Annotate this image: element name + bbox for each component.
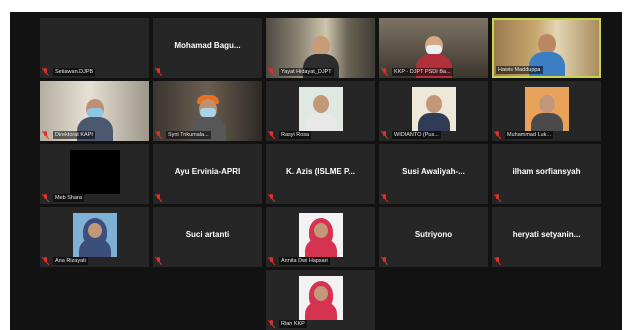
participant-footer: Meb Shara	[42, 193, 147, 202]
video-gallery: Setiawan.DJPB Mohamad Bagu... Yayat Hida…	[10, 12, 622, 330]
participant-footer: WIDIANTO (Pus...	[381, 130, 486, 139]
participant-tile[interactable]: Meb Shara	[40, 144, 149, 204]
participant-footer	[381, 193, 486, 202]
participant-display-name: Sutriyono	[414, 230, 453, 239]
mic-muted-icon	[155, 193, 163, 202]
participant-name: Annita Dwi Hapsari	[279, 256, 330, 265]
participant-name: Rian KKP	[279, 319, 307, 328]
mic-muted-icon	[268, 319, 276, 328]
participant-footer	[494, 256, 599, 265]
mic-muted-icon	[381, 67, 389, 76]
mic-muted-icon	[155, 67, 163, 76]
mic-muted-icon	[381, 193, 389, 202]
mic-muted-icon	[155, 130, 163, 139]
participant-footer: Muhammad Luk...	[494, 130, 599, 139]
participant-display-name: K. Azis (ISLME P...	[286, 167, 355, 176]
participant-footer: Rian KKP	[268, 319, 373, 328]
participant-name: Hawis Madduppa	[496, 65, 543, 74]
participant-footer	[381, 256, 486, 265]
participant-name: Meb Shara	[53, 193, 84, 202]
participant-footer	[155, 67, 260, 76]
participant-name: Yayat Hidayat_DJPT	[279, 67, 334, 76]
participant-tile[interactable]: Ana Rizayati	[40, 207, 149, 267]
participant-display-name: ilham sorfiansyah	[512, 167, 581, 176]
participant-tile[interactable]: Annita Dwi Hapsari	[266, 207, 375, 267]
mic-muted-icon	[381, 130, 389, 139]
mic-muted-icon	[268, 67, 276, 76]
participant-footer: Annita Dwi Hapsari	[268, 256, 373, 265]
participant-tile[interactable]: Ayu Ervinia-APRI	[153, 144, 262, 204]
mic-muted-icon	[42, 67, 50, 76]
participant-name: Syni Trikumala...	[166, 130, 211, 139]
participant-tile[interactable]: Mohamad Bagu...	[153, 18, 262, 78]
participant-display-name: heryati setyanin...	[512, 230, 581, 239]
participant-name: Muhammad Luk...	[505, 130, 554, 139]
mic-muted-icon	[494, 193, 502, 202]
participant-footer: Ana Rizayati	[42, 256, 147, 265]
participant-tile[interactable]: ilham sorfiansyah	[492, 144, 601, 204]
mic-muted-icon	[268, 130, 276, 139]
participant-tile[interactable]: Direktorat KAPI	[40, 81, 149, 141]
profile-picture	[298, 87, 343, 131]
mic-muted-icon	[494, 256, 502, 265]
participant-footer	[155, 193, 260, 202]
participant-tile[interactable]: Sutriyono	[379, 207, 488, 267]
profile-picture	[411, 87, 456, 131]
participant-display-name: Ayu Ervinia-APRI	[174, 167, 241, 176]
participant-tile[interactable]: WIDIANTO (Pus...	[379, 81, 488, 141]
participant-name: Direktorat KAPI	[53, 130, 95, 139]
participant-name: Ana Rizayati	[53, 256, 88, 265]
profile-picture	[298, 213, 343, 257]
participant-name: Setiawan.DJPB	[53, 67, 96, 76]
participant-tile[interactable]: Rian KKP	[266, 270, 375, 330]
participant-tile[interactable]: Rasyi Rosa	[266, 81, 375, 141]
mic-muted-icon	[42, 130, 50, 139]
mic-muted-icon	[155, 256, 163, 265]
profile-picture	[72, 213, 117, 257]
participant-footer	[155, 256, 260, 265]
participant-tile[interactable]: Setiawan.DJPB	[40, 18, 149, 78]
participant-footer: Yayat Hidayat_DJPT	[268, 67, 373, 76]
profile-picture	[298, 276, 343, 320]
participant-display-name: Suci artanti	[185, 230, 230, 239]
participant-tile[interactable]: Muhammad Luk...	[492, 81, 601, 141]
mic-muted-icon	[268, 256, 276, 265]
mic-muted-icon	[42, 193, 50, 202]
participant-name: WIDIANTO (Pus...	[392, 130, 441, 139]
participant-footer: KKP - DJPT PSDI Ba...	[381, 67, 486, 76]
participant-footer: Syni Trikumala...	[155, 130, 260, 139]
participant-footer	[494, 193, 599, 202]
participant-name: KKP - DJPT PSDI Ba...	[392, 67, 453, 76]
participant-display-name: Susi Awaliyah-...	[402, 167, 465, 176]
participant-footer: Direktorat KAPI	[42, 130, 147, 139]
mic-muted-icon	[42, 256, 50, 265]
mic-muted-icon	[381, 256, 389, 265]
participant-tile[interactable]: Yayat Hidayat_DJPT	[266, 18, 375, 78]
participant-tile[interactable]: Susi Awaliyah-...	[379, 144, 488, 204]
participant-tile[interactable]: K. Azis (ISLME P...	[266, 144, 375, 204]
participant-tile[interactable]: Syni Trikumala...	[153, 81, 262, 141]
participant-tile[interactable]: heryati setyanin...	[492, 207, 601, 267]
participant-name: Rasyi Rosa	[279, 130, 312, 139]
mic-muted-icon	[268, 193, 276, 202]
participant-footer: Setiawan.DJPB	[42, 67, 147, 76]
participant-footer: Hawis Madduppa	[496, 65, 597, 74]
video-off-placeholder	[70, 150, 120, 194]
participant-tile[interactable]: KKP - DJPT PSDI Ba...	[379, 18, 488, 78]
participant-tile-active-speaker[interactable]: Hawis Madduppa	[492, 18, 601, 78]
participant-tile[interactable]: Suci artanti	[153, 207, 262, 267]
participant-footer: Rasyi Rosa	[268, 130, 373, 139]
mic-muted-icon	[494, 130, 502, 139]
participant-footer	[268, 193, 373, 202]
participant-display-name: Mohamad Bagu...	[174, 41, 241, 50]
profile-picture	[524, 87, 569, 131]
